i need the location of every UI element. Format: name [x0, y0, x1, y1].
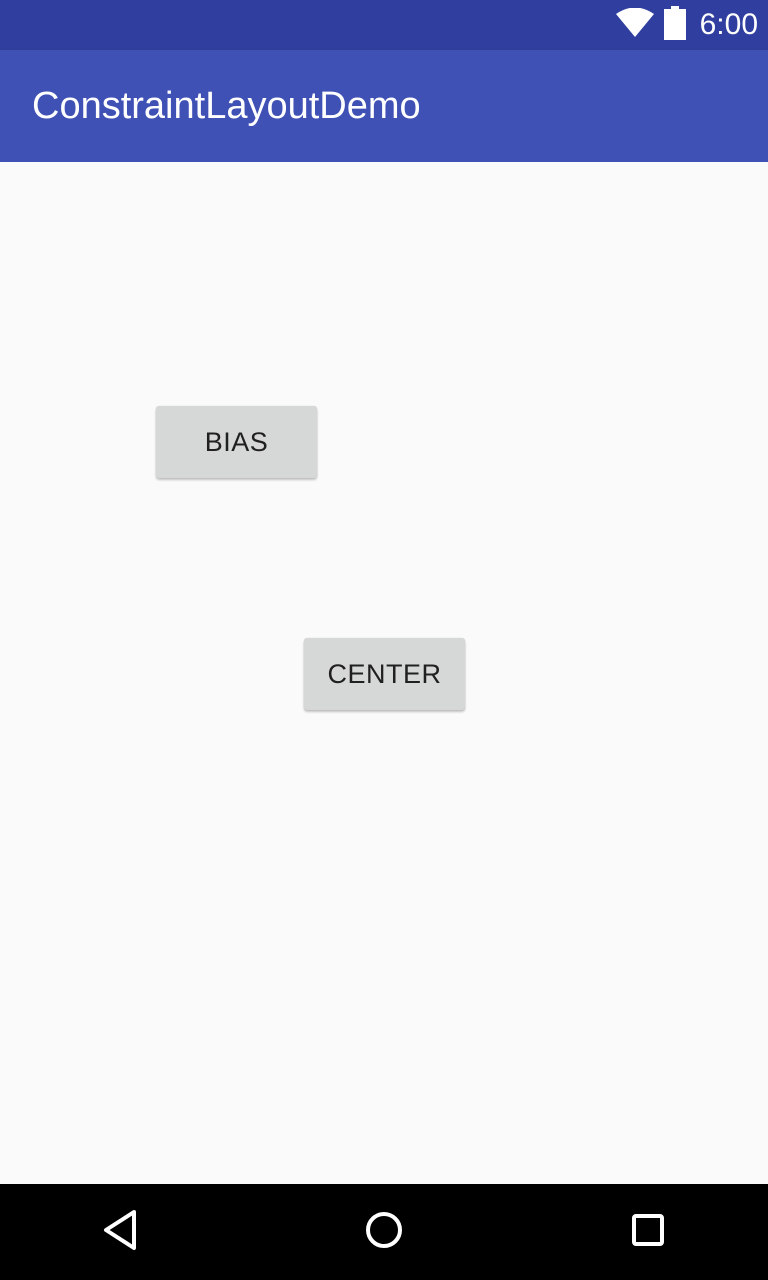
- recents-button[interactable]: [600, 1184, 696, 1280]
- app-title: ConstraintLayoutDemo: [32, 85, 421, 127]
- navigation-bar: [0, 1184, 768, 1280]
- status-icons: 6:00: [615, 0, 758, 50]
- status-time: 6:00: [699, 8, 758, 41]
- bias-button[interactable]: BIAS: [156, 406, 317, 478]
- app-bar: ConstraintLayoutDemo: [0, 50, 768, 162]
- screen: 6:00 ConstraintLayoutDemo BIAS CENTER: [0, 0, 768, 1280]
- home-button[interactable]: [336, 1184, 432, 1280]
- content-area: BIAS CENTER: [0, 162, 768, 1184]
- wifi-icon: [615, 7, 654, 43]
- home-icon: [364, 1210, 404, 1255]
- back-button[interactable]: [72, 1184, 168, 1280]
- status-bar: 6:00: [0, 0, 768, 50]
- center-button[interactable]: CENTER: [304, 638, 465, 710]
- back-icon: [100, 1208, 140, 1257]
- recents-icon: [630, 1212, 666, 1253]
- battery-icon: [663, 5, 686, 45]
